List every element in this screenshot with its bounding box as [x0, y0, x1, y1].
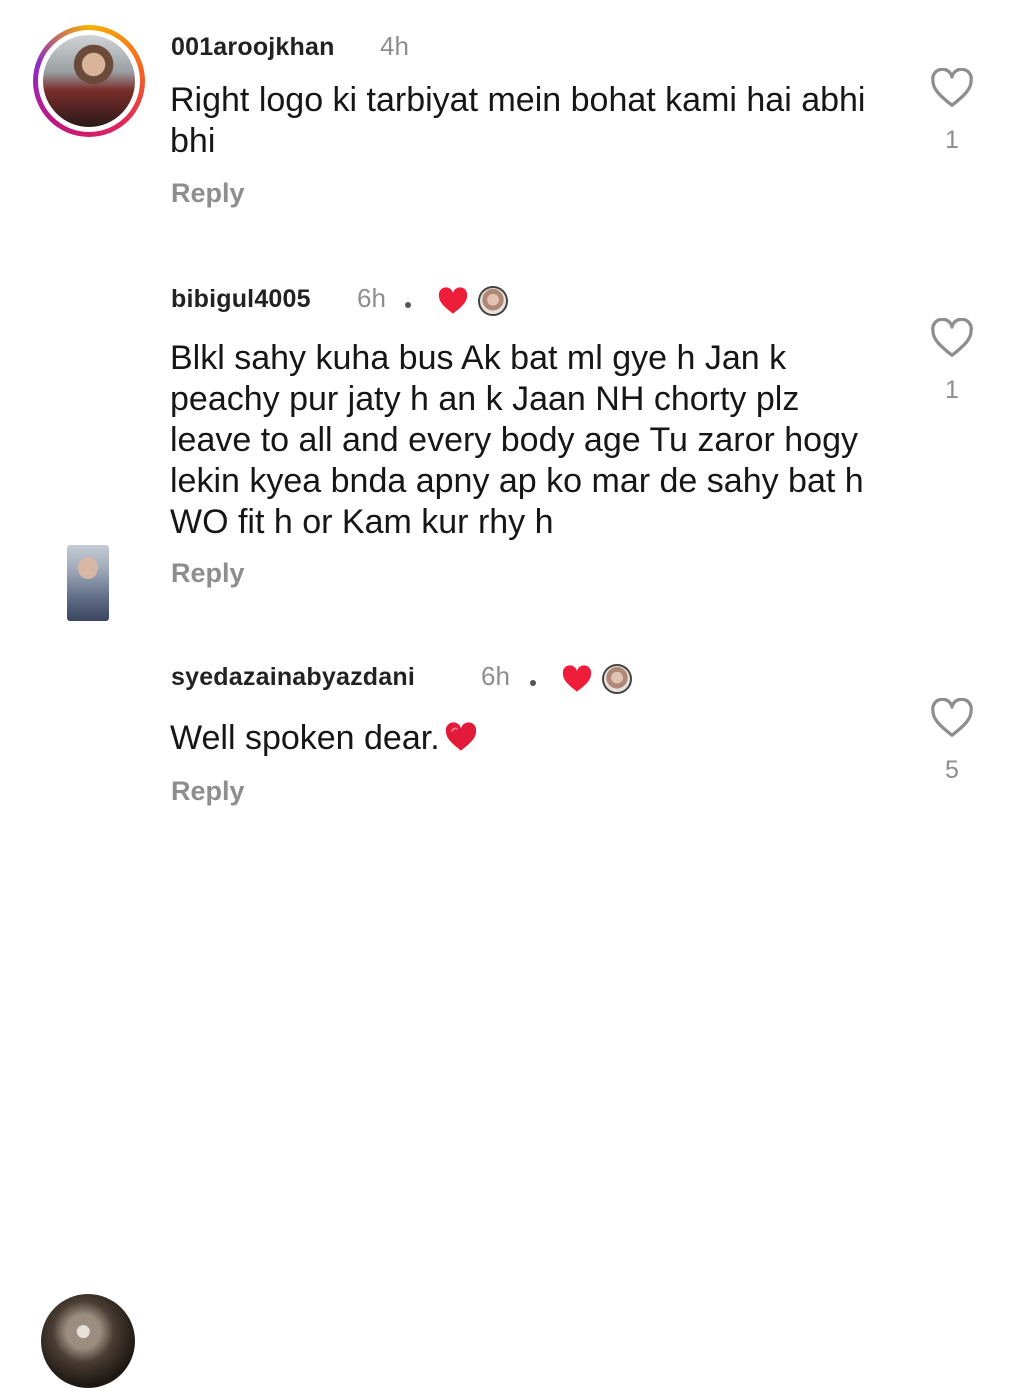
comment-text-body: Well spoken dear. [170, 719, 440, 757]
avatar[interactable] [67, 545, 109, 621]
creator-avatar [478, 286, 508, 316]
comment-username[interactable]: bibigul4005 [171, 285, 311, 314]
creator-avatar [602, 664, 632, 694]
like-count: 1 [945, 126, 959, 154]
reply-button[interactable]: Reply [171, 178, 245, 209]
separator-dot [405, 302, 411, 308]
comment-username[interactable]: 001aroojkhan [171, 33, 335, 62]
comment-timestamp: 6h [357, 283, 386, 313]
reply-button[interactable]: Reply [171, 558, 245, 589]
avatar[interactable] [41, 1294, 135, 1388]
creator-liked-heart-icon [438, 287, 468, 314]
reply-button[interactable]: Reply [171, 776, 245, 807]
comment-timestamp: 6h [481, 661, 510, 691]
comment-text: Right logo ki tarbiyat mein bohat kami h… [170, 81, 866, 160]
red-heart-emoji-icon [445, 722, 476, 751]
separator-dot [530, 680, 536, 686]
comment-text: Blkl sahy kuha bus Ak bat ml gye h Jan k… [170, 339, 864, 541]
comment-timestamp: 4h [380, 31, 409, 61]
like-count: 1 [945, 376, 959, 404]
creator-liked-heart-icon [562, 665, 592, 692]
heart-outline-icon[interactable] [930, 68, 974, 108]
like-count: 5 [945, 756, 959, 784]
heart-outline-icon[interactable] [930, 318, 974, 358]
comment-username[interactable]: syedazainabyazdani [171, 663, 415, 692]
heart-outline-icon[interactable] [930, 698, 974, 738]
comment-text: Well spoken dear. [170, 718, 890, 759]
avatar[interactable] [33, 25, 145, 137]
